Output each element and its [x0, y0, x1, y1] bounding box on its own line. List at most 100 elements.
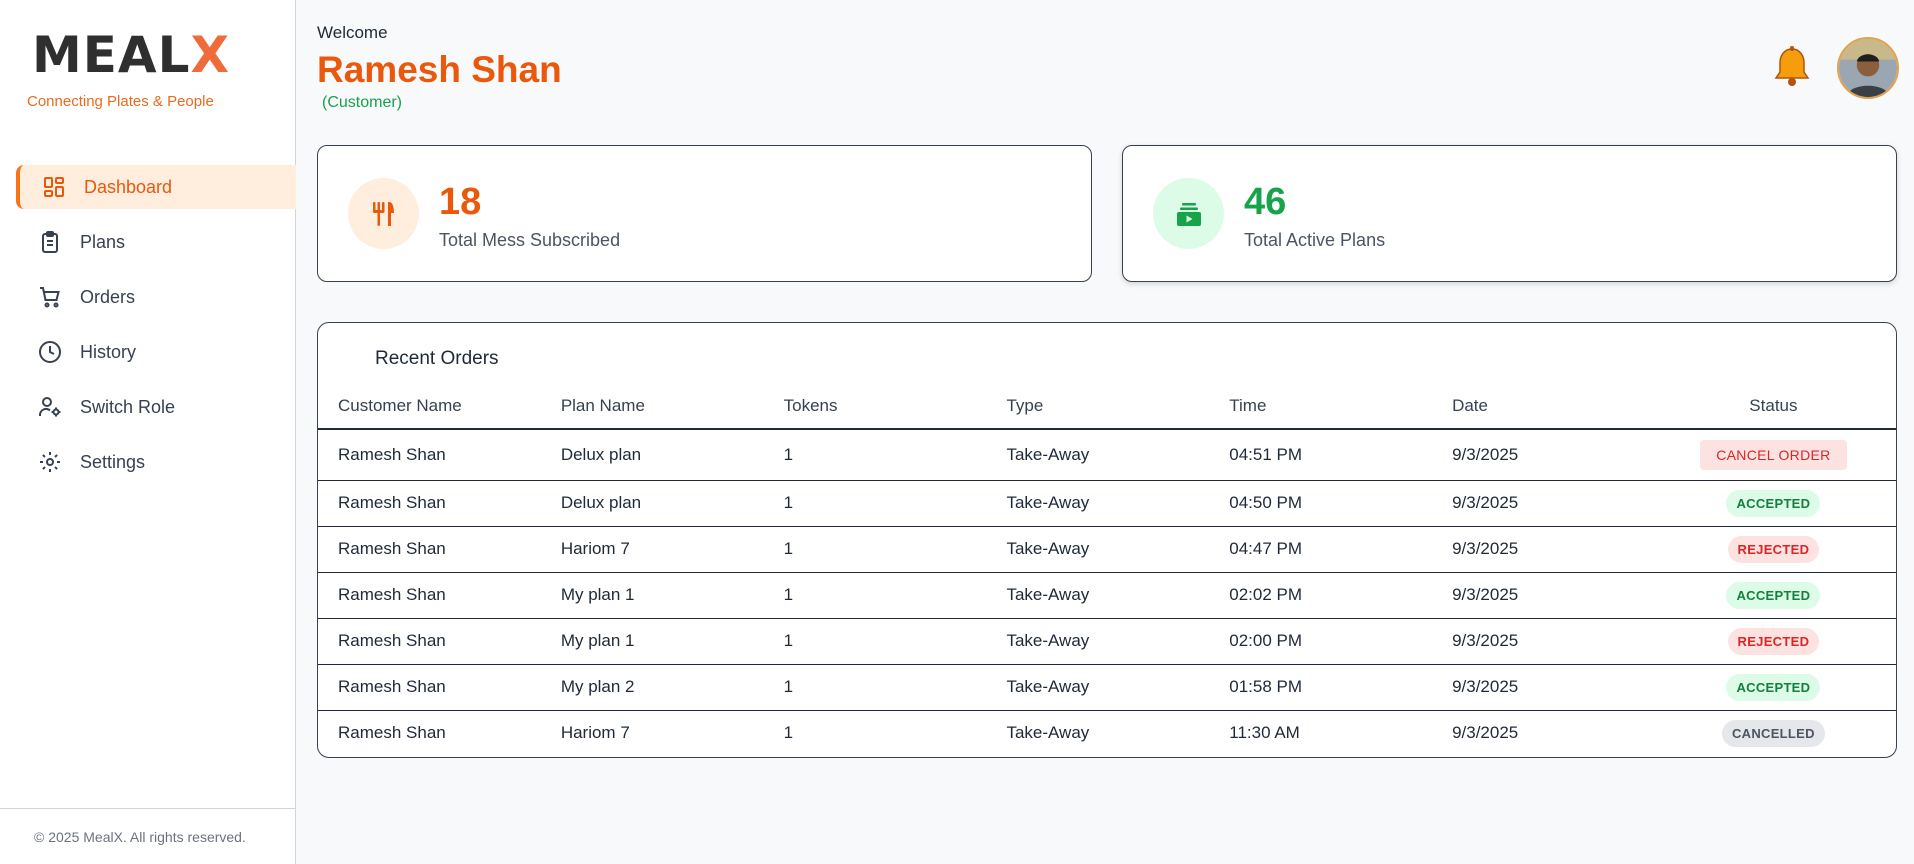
- utensils-icon: [348, 178, 419, 249]
- status-badge: REJECTED: [1727, 535, 1820, 563]
- cell-tokens: 1: [763, 664, 987, 711]
- cell-customer: Ramesh Shan: [318, 480, 541, 527]
- cell-tokens: 1: [763, 618, 987, 665]
- sidebar-item-settings[interactable]: Settings: [16, 440, 296, 484]
- table-row: Ramesh Shan Delux plan 1 Take-Away 04:50…: [318, 480, 1896, 527]
- cell-time: 02:02 PM: [1209, 572, 1433, 619]
- cell-tokens: 1: [783, 723, 794, 743]
- cell-type: Take-Away: [986, 618, 1210, 665]
- sidebar-item-label: Switch Role: [80, 396, 176, 417]
- cell-time: 11:30 AM: [1229, 723, 1300, 743]
- table-row: Ramesh Shan My plan 1 1 Take-Away 02:00 …: [318, 618, 1896, 665]
- col-tokens: Tokens: [763, 383, 987, 430]
- cell-type: Take-Away: [986, 480, 1210, 527]
- status-badge: ACCEPTED: [1726, 673, 1821, 701]
- sidebar-item-label: Dashboard: [84, 176, 173, 197]
- stat-label: Total Active Plans: [1244, 230, 1386, 250]
- cell-customer: Ramesh Shan: [318, 526, 541, 573]
- cell-tokens: 1: [763, 429, 987, 481]
- cell-customer: Ramesh Shan: [338, 723, 446, 743]
- cell-customer: Ramesh Shan: [318, 664, 541, 711]
- cell-plan: My plan 1: [540, 618, 764, 665]
- sidebar-item-orders[interactable]: Orders: [16, 275, 296, 319]
- sidebar-item-label: History: [80, 341, 137, 362]
- sidebar-item-dashboard[interactable]: Dashboard: [16, 165, 296, 209]
- table-row: Ramesh Shan Delux plan 1 Take-Away 04:51…: [318, 429, 1896, 481]
- col-time: Time: [1209, 383, 1433, 430]
- orders-table: Customer Name Plan Name Tokens Type Time…: [318, 383, 1896, 756]
- status-badge: REJECTED: [1727, 627, 1820, 655]
- gear-icon: [40, 452, 60, 472]
- avatar[interactable]: [1837, 37, 1899, 99]
- sidebar-nav: Dashboard Plans Orders History Switch Ro…: [16, 165, 296, 495]
- stat-card-mess-subscribed: 18 Total Mess Subscribed: [317, 145, 1092, 282]
- cancel-order-button[interactable]: CANCEL ORDER: [1700, 439, 1847, 470]
- cell-date: 9/3/2025: [1452, 723, 1519, 743]
- sidebar-item-switch-role[interactable]: Switch Role: [16, 385, 296, 429]
- dashboard-icon: [44, 177, 64, 197]
- stat-card-active-plans: 46 Total Active Plans: [1122, 145, 1897, 282]
- table-row: Ramesh Shan My plan 1 1 Take-Away 02:02 …: [318, 572, 1896, 619]
- sidebar-item-plans[interactable]: Plans: [16, 220, 296, 264]
- cell-status: CANCEL ORDER: [1648, 429, 1896, 481]
- sidebar-item-label: Plans: [80, 231, 126, 252]
- recent-orders-title: Recent Orders: [375, 348, 499, 369]
- col-status: Status: [1648, 383, 1896, 430]
- cell-plan: My plan 1: [540, 572, 764, 619]
- cell-status: ACCEPTED: [1648, 664, 1896, 711]
- user-role: (Customer): [322, 94, 403, 111]
- cell-time: 04:50 PM: [1209, 480, 1433, 527]
- cell-plan: My plan 2: [540, 664, 764, 711]
- sidebar: MEALX Connecting Plates & People Dashboa…: [0, 0, 296, 864]
- cell-type: Take-Away: [986, 429, 1210, 481]
- cell-plan: Hariom 7: [560, 723, 630, 743]
- cell-type: Take-Away: [986, 526, 1210, 573]
- status-badge: ACCEPTED: [1726, 489, 1821, 517]
- cell-time: 04:51 PM: [1209, 429, 1433, 481]
- cell-tokens: 1: [763, 526, 987, 573]
- mealx-logo[interactable]: MEALX: [32, 30, 230, 80]
- footer-copyright: © 2025 MealX. All rights reserved.: [0, 808, 296, 864]
- notification-bell-icon[interactable]: [1772, 45, 1812, 89]
- welcome-label: Welcome: [317, 23, 388, 42]
- stat-label: Total Mess Subscribed: [439, 230, 621, 250]
- cell-date: 9/3/2025: [1432, 429, 1649, 481]
- cell-type: Take-Away: [986, 664, 1210, 711]
- cell-status: CANCELLED: [1649, 710, 1896, 756]
- clipboard-icon: [42, 231, 58, 253]
- col-date: Date: [1432, 383, 1649, 430]
- cell-date: 9/3/2025: [1432, 618, 1649, 665]
- cell-tokens: 1: [763, 480, 987, 527]
- stat-value: 46: [1244, 181, 1287, 223]
- col-customer-name: Customer Name: [318, 383, 541, 430]
- table-header-row: Customer Name Plan Name Tokens Type Time…: [318, 383, 1896, 430]
- cell-time: 02:00 PM: [1209, 618, 1433, 665]
- cell-date: 9/3/2025: [1432, 572, 1649, 619]
- status-badge: ACCEPTED: [1726, 581, 1821, 609]
- user-gear-icon: [38, 397, 61, 417]
- main-content: Welcome Ramesh Shan (Customer) 18 Total …: [296, 0, 1914, 864]
- cell-tokens: 1: [763, 572, 987, 619]
- cell-plan: Delux plan: [540, 480, 764, 527]
- cell-status: REJECTED: [1648, 618, 1896, 665]
- cart-icon: [40, 287, 60, 308]
- table-row: Ramesh Shan Hariom 7 1 Take-Away 04:47 P…: [318, 526, 1896, 573]
- cell-type: Take-Away: [986, 572, 1210, 619]
- sidebar-item-label: Settings: [80, 451, 146, 472]
- clock-icon: [39, 341, 61, 363]
- cell-plan: Delux plan: [540, 429, 764, 481]
- sidebar-item-history[interactable]: History: [16, 330, 296, 374]
- cell-customer: Ramesh Shan: [318, 572, 541, 619]
- table-row: Ramesh Shan My plan 2 1 Take-Away 01:58 …: [318, 664, 1896, 711]
- cell-time: 04:47 PM: [1209, 526, 1433, 573]
- sidebar-item-label: Orders: [80, 286, 136, 307]
- cell-date: 9/3/2025: [1432, 664, 1649, 711]
- status-badge: CANCELLED: [1721, 719, 1825, 747]
- stat-value: 18: [439, 181, 482, 223]
- tagline: Connecting Plates & People: [27, 93, 214, 110]
- plans-stack-icon: [1153, 178, 1224, 249]
- logo-x: X: [190, 26, 231, 84]
- cell-status: ACCEPTED: [1648, 480, 1896, 527]
- col-type: Type: [986, 383, 1210, 430]
- cell-customer: Ramesh Shan: [318, 618, 541, 665]
